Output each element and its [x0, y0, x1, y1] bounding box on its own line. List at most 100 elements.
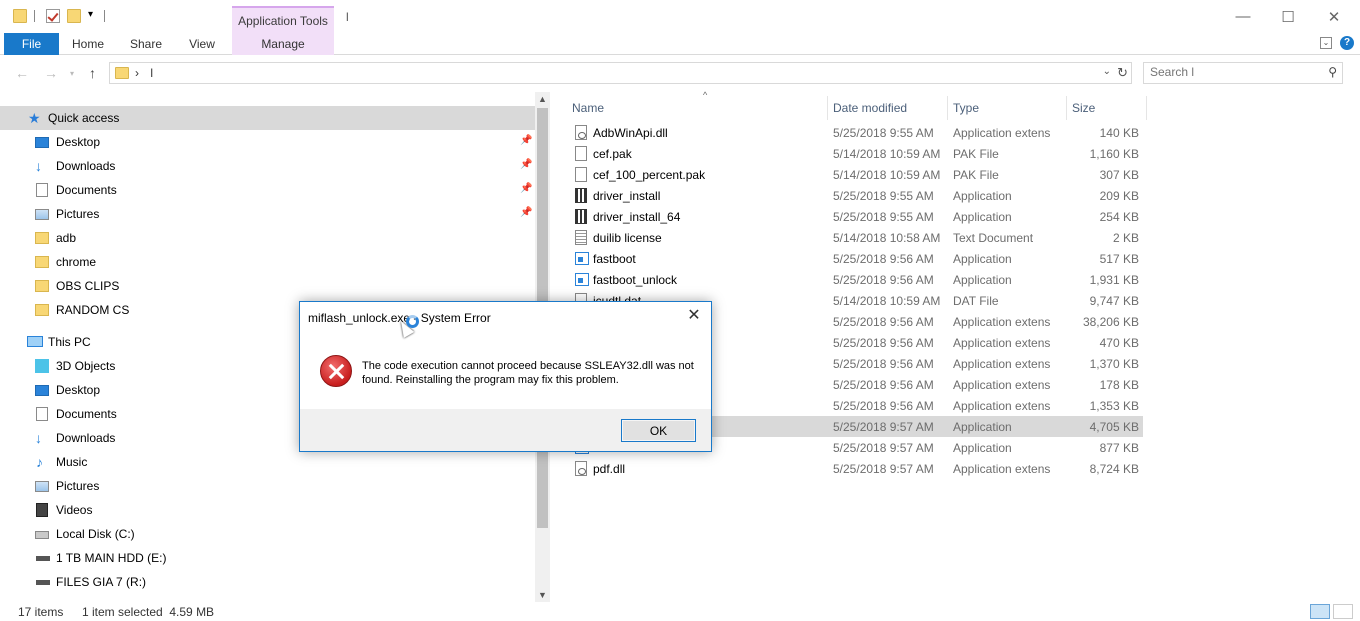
nav-desktop[interactable]: Desktop 📌 — [0, 130, 535, 154]
column-header-name[interactable]: ^ Name — [563, 90, 828, 120]
recent-locations-chevron-icon[interactable]: ▾ — [70, 69, 74, 78]
minimize-button[interactable]: — — [1220, 0, 1266, 33]
breadcrumb[interactable]: › l — [135, 66, 153, 80]
nav-downloads[interactable]: ↓ Downloads 📌 — [0, 154, 535, 178]
column-label: Name — [572, 101, 605, 115]
nav-folder-chrome[interactable]: chrome — [0, 250, 535, 274]
folder-icon — [35, 304, 49, 316]
busy-spinner-icon — [406, 315, 419, 328]
tab-share[interactable]: Share — [124, 33, 168, 55]
refresh-icon[interactable]: ↻ — [1117, 65, 1128, 81]
text-file-icon — [575, 230, 587, 245]
pin-icon[interactable]: 📌 — [520, 207, 532, 218]
tab-manage[interactable]: Manage — [232, 33, 334, 55]
nav-label: chrome — [56, 255, 97, 269]
file-row[interactable]: duilib license 5/14/2018 10:58 AM Text Doc… — [563, 227, 1143, 248]
file-row[interactable]: cef.pak 5/14/2018 10:59 AM PAK File 1,160 K… — [563, 143, 1143, 164]
file-icon — [575, 146, 587, 161]
new-folder-icon[interactable] — [67, 9, 81, 23]
help-icon[interactable]: ? — [1340, 36, 1354, 50]
file-size: 877 KB — [1099, 441, 1139, 455]
nav-pictures-pc[interactable]: Pictures — [0, 474, 535, 498]
nav-videos[interactable]: Videos — [0, 498, 535, 522]
column-header-date[interactable]: Date modified — [828, 96, 948, 120]
nav-folder-adb[interactable]: adb — [0, 226, 535, 250]
scroll-up-icon[interactable]: ▲ — [535, 94, 550, 104]
nav-label: 1 TB MAIN HDD (E:) — [56, 551, 167, 565]
file-row[interactable]: fastboot_unlock 5/25/2018 9:56 AM Applicat… — [563, 269, 1143, 290]
maximize-button[interactable]: ☐ — [1265, 0, 1311, 33]
file-row[interactable]: driver_install_64 5/25/2018 9:55 AM Applic… — [563, 206, 1143, 227]
pin-icon[interactable]: 📌 — [520, 159, 532, 170]
details-view-icon[interactable] — [1310, 604, 1330, 619]
file-size: 1,931 KB — [1089, 273, 1139, 287]
file-type: DAT File — [953, 294, 999, 308]
ribbon-tabs: File Home Share View Manage ⌄ ? — [0, 33, 1360, 55]
file-name: cef.pak — [593, 147, 632, 161]
nav-label: FILES GIA 7 (R:) — [56, 575, 147, 589]
search-box[interactable]: ⚲ — [1143, 62, 1343, 84]
search-icon[interactable]: ⚲ — [1328, 65, 1337, 79]
nav-folder-obs-clips[interactable]: OBS CLIPS — [0, 274, 535, 298]
column-divider[interactable] — [1146, 96, 1147, 120]
divider — [34, 10, 35, 22]
nav-label: Music — [56, 455, 88, 469]
folder-icon — [13, 9, 27, 23]
expand-ribbon-icon[interactable]: ⌄ — [1320, 37, 1332, 49]
file-type: Application — [953, 210, 1012, 224]
exe-icon — [575, 273, 589, 286]
file-row[interactable]: driver_install 5/25/2018 9:55 AM Applicati… — [563, 185, 1143, 206]
breadcrumb-separator: › — [135, 66, 139, 80]
file-row[interactable]: AdbWinApi.dll 5/25/2018 9:55 AM Applicatio… — [563, 122, 1143, 143]
file-row[interactable]: fastboot 5/25/2018 9:56 AM Application 517 … — [563, 248, 1143, 269]
installer-icon — [575, 188, 587, 203]
nav-quick-access[interactable]: ★ Quick access — [0, 106, 535, 130]
file-type: Application extens — [953, 336, 1051, 350]
pin-icon[interactable]: 📌 — [520, 183, 532, 194]
scroll-down-icon[interactable]: ▼ — [535, 590, 550, 600]
search-input[interactable] — [1150, 65, 1320, 79]
address-bar[interactable]: › l ⌄ ↻ — [109, 62, 1132, 84]
column-header-type[interactable]: Type — [948, 96, 1067, 120]
back-arrow-icon[interactable]: ← — [15, 65, 29, 81]
file-date: 5/25/2018 9:56 AM — [833, 357, 934, 371]
star-icon: ★ — [28, 110, 41, 126]
column-header-size[interactable]: Size — [1067, 96, 1147, 120]
ok-button[interactable]: OK — [621, 419, 696, 442]
file-size: 1,353 KB — [1089, 399, 1139, 413]
tab-view[interactable]: View — [182, 33, 222, 55]
column-label: Size — [1072, 101, 1096, 115]
dialog-close-button[interactable]: ✕ — [685, 307, 703, 325]
file-row[interactable]: pdf.dll 5/25/2018 9:57 AM Application exte… — [563, 458, 1143, 479]
folder-icon — [35, 232, 49, 244]
exe-icon — [575, 252, 589, 265]
tab-home[interactable]: Home — [66, 33, 110, 55]
up-arrow-icon[interactable]: ↑ — [89, 65, 96, 81]
document-icon — [36, 407, 48, 421]
nav-local-disk-c[interactable]: Local Disk (C:) — [0, 522, 535, 546]
close-button[interactable]: ✕ — [1311, 0, 1357, 33]
nav-music[interactable]: ♪ Music — [0, 450, 535, 474]
file-type: Application extens — [953, 378, 1051, 392]
nav-label: Desktop — [56, 135, 101, 149]
nav-label: Documents — [56, 407, 117, 421]
properties-icon[interactable] — [46, 9, 60, 23]
file-type: Application extens — [953, 315, 1051, 329]
nav-documents[interactable]: Documents 📌 — [0, 178, 535, 202]
tab-file[interactable]: File — [4, 33, 59, 55]
file-row[interactable]: cef_100_percent.pak 5/14/2018 10:59 AM PAK… — [563, 164, 1143, 185]
customize-quick-access-dropdown[interactable]: ▾ — [88, 9, 93, 20]
navigation-bar: ← → ▾ ↑ › l ⌄ ↻ ⚲ — [0, 56, 1360, 90]
file-size: 209 KB — [1099, 189, 1139, 203]
pin-icon[interactable]: 📌 — [520, 135, 532, 146]
nav-label: Desktop — [56, 383, 101, 397]
breadcrumb-current[interactable]: l — [150, 66, 153, 80]
nav-drive-e[interactable]: 1 TB MAIN HDD (E:) — [0, 546, 535, 570]
file-type: Application extens — [953, 399, 1051, 413]
large-icons-view-icon[interactable] — [1333, 604, 1353, 619]
file-type: Application — [953, 441, 1012, 455]
nav-drive-r[interactable]: FILES GIA 7 (R:) — [0, 570, 535, 594]
nav-pictures[interactable]: Pictures 📌 — [0, 202, 535, 226]
forward-arrow-icon[interactable]: → — [44, 65, 58, 81]
address-dropdown-icon[interactable]: ⌄ — [1103, 66, 1111, 77]
